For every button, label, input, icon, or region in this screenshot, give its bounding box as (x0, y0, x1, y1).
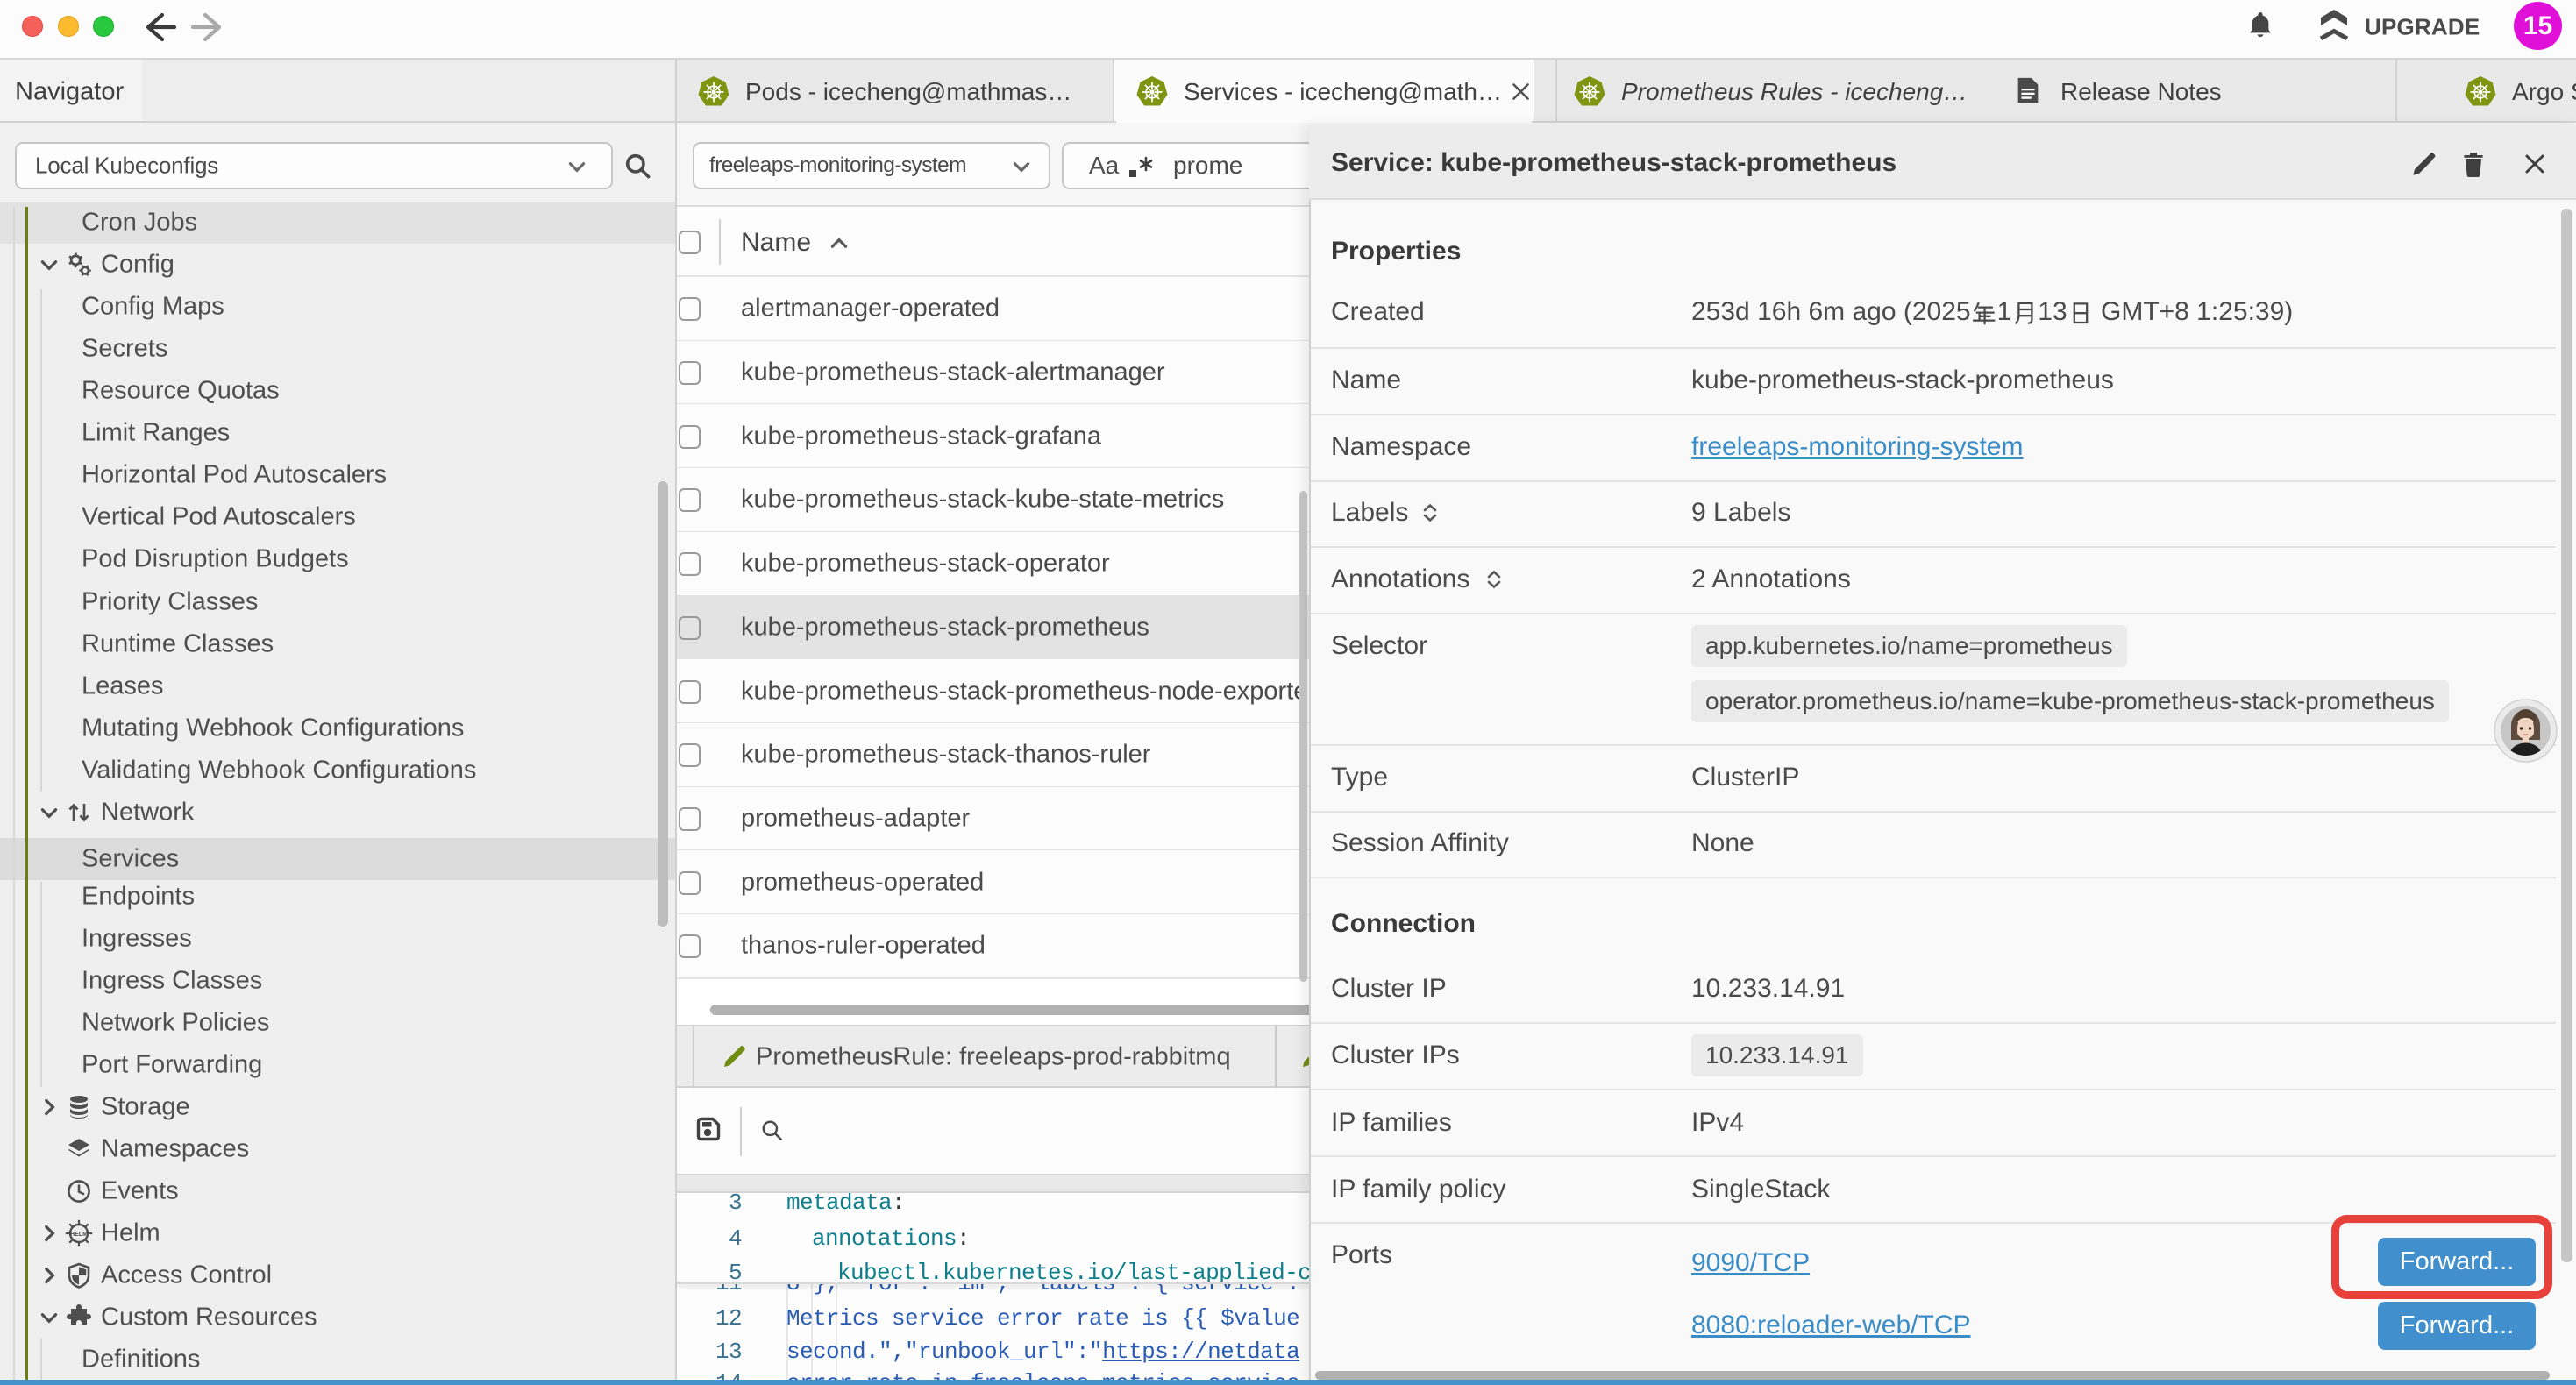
svg-text:HELM: HELM (70, 1232, 88, 1238)
